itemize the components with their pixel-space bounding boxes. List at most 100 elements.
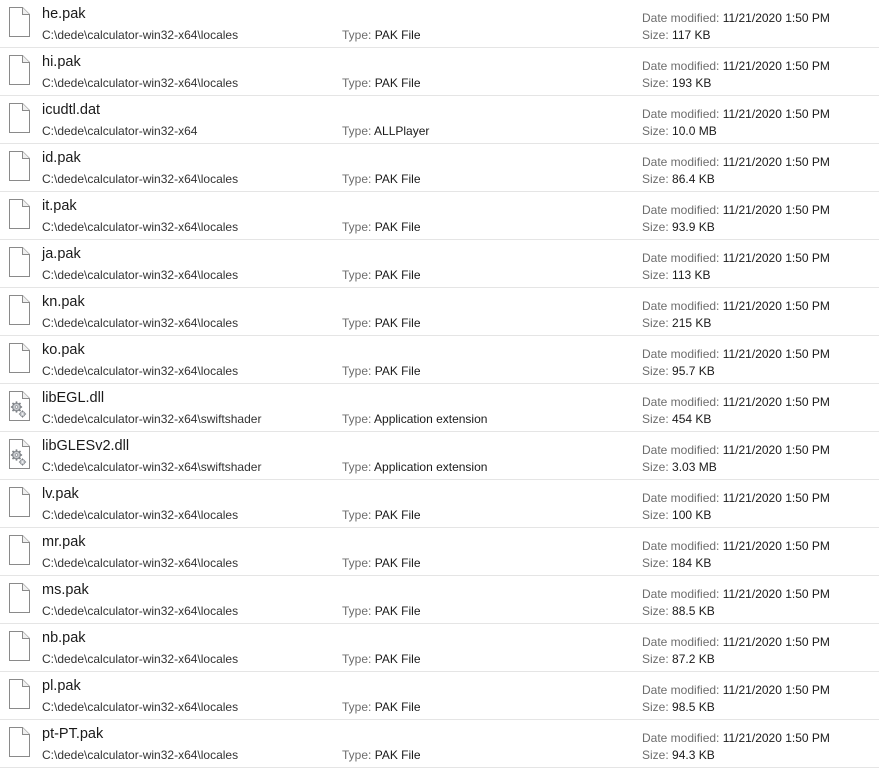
file-row[interactable]: ko.pak C:\dede\calculator-win32-x64\loca… — [0, 336, 879, 384]
file-row[interactable]: lv.pak C:\dede\calculator-win32-x64\loca… — [0, 480, 879, 528]
file-type-value: PAK File — [374, 220, 421, 234]
file-type-label: Type: — [342, 316, 372, 330]
file-path: C:\dede\calculator-win32-x64\locales — [42, 556, 239, 570]
file-name[interactable]: he.pak — [42, 6, 86, 22]
document-icon — [8, 199, 30, 229]
date-modified-label: Date modified: — [642, 251, 720, 265]
file-path: C:\dede\calculator-win32-x64\locales — [42, 508, 239, 522]
file-date-modified: Date modified: 11/21/2020 1:50 PM — [642, 539, 830, 553]
file-name[interactable]: ms.pak — [42, 582, 89, 598]
file-type-value: PAK File — [374, 556, 421, 570]
file-size: Size: 87.2 KB — [642, 652, 715, 666]
file-name[interactable]: libGLESv2.dll — [42, 438, 129, 454]
size-label: Size: — [642, 364, 669, 378]
file-row[interactable]: libGLESv2.dll C:\dede\calculator-win32-x… — [0, 432, 879, 480]
date-modified-label: Date modified: — [642, 155, 720, 169]
date-modified-label: Date modified: — [642, 539, 720, 553]
file-path: C:\dede\calculator-win32-x64\locales — [42, 316, 239, 330]
file-row[interactable]: pl.pak C:\dede\calculator-win32-x64\loca… — [0, 672, 879, 720]
file-row[interactable]: he.pak C:\dede\calculator-win32-x64\loca… — [0, 0, 879, 48]
file-type-value: PAK File — [374, 364, 421, 378]
file-path: C:\dede\calculator-win32-x64\locales — [42, 268, 239, 282]
date-modified-label: Date modified: — [642, 635, 720, 649]
size-label: Size: — [642, 76, 669, 90]
file-name[interactable]: nb.pak — [42, 630, 86, 646]
file-type: Type: Application extension — [342, 412, 487, 426]
file-type-label: Type: — [342, 268, 372, 282]
file-row[interactable]: pt-PT.pak C:\dede\calculator-win32-x64\l… — [0, 720, 879, 768]
file-type-label: Type: — [342, 364, 372, 378]
file-name[interactable]: ko.pak — [42, 342, 85, 358]
size-label: Size: — [642, 460, 669, 474]
size-value: 93.9 KB — [672, 220, 715, 234]
date-modified-value: 11/21/2020 1:50 PM — [722, 299, 830, 313]
file-row[interactable]: hi.pak C:\dede\calculator-win32-x64\loca… — [0, 48, 879, 96]
file-path: C:\dede\calculator-win32-x64\locales — [42, 652, 239, 666]
size-label: Size: — [642, 700, 669, 714]
file-date-modified: Date modified: 11/21/2020 1:50 PM — [642, 683, 830, 697]
file-size: Size: 113 KB — [642, 268, 711, 282]
file-path: C:\dede\calculator-win32-x64\locales — [42, 76, 239, 90]
file-type-label: Type: — [342, 652, 372, 666]
size-value: 100 KB — [672, 508, 712, 522]
file-name[interactable]: kn.pak — [42, 294, 85, 310]
file-row[interactable]: it.pak C:\dede\calculator-win32-x64\loca… — [0, 192, 879, 240]
file-row[interactable]: id.pak C:\dede\calculator-win32-x64\loca… — [0, 144, 879, 192]
date-modified-value: 11/21/2020 1:50 PM — [722, 155, 830, 169]
file-name[interactable]: pt-PT.pak — [42, 726, 103, 742]
file-name[interactable]: pl.pak — [42, 678, 81, 694]
date-modified-value: 11/21/2020 1:50 PM — [722, 203, 830, 217]
document-icon — [8, 103, 30, 133]
file-date-modified: Date modified: 11/21/2020 1:50 PM — [642, 155, 830, 169]
file-row[interactable]: ja.pak C:\dede\calculator-win32-x64\loca… — [0, 240, 879, 288]
file-name[interactable]: lv.pak — [42, 486, 79, 502]
file-date-modified: Date modified: 11/21/2020 1:50 PM — [642, 203, 830, 217]
file-type: Type: PAK File — [342, 172, 421, 186]
file-date-modified: Date modified: 11/21/2020 1:50 PM — [642, 107, 830, 121]
file-name[interactable]: icudtl.dat — [42, 102, 100, 118]
file-type: Type: PAK File — [342, 604, 421, 618]
file-type-label: Type: — [342, 748, 372, 762]
file-type-label: Type: — [342, 76, 372, 90]
date-modified-label: Date modified: — [642, 107, 720, 121]
file-name[interactable]: mr.pak — [42, 534, 86, 550]
date-modified-value: 11/21/2020 1:50 PM — [722, 395, 830, 409]
size-label: Size: — [642, 508, 669, 522]
file-type-value: ALLPlayer — [374, 124, 430, 138]
file-size: Size: 117 KB — [642, 28, 711, 42]
file-row[interactable]: mr.pak C:\dede\calculator-win32-x64\loca… — [0, 528, 879, 576]
file-type: Type: PAK File — [342, 28, 421, 42]
file-size: Size: 93.9 KB — [642, 220, 715, 234]
file-type-value: PAK File — [374, 76, 421, 90]
file-type-value: Application extension — [374, 412, 488, 426]
date-modified-label: Date modified: — [642, 11, 720, 25]
size-label: Size: — [642, 124, 669, 138]
file-row[interactable]: kn.pak C:\dede\calculator-win32-x64\loca… — [0, 288, 879, 336]
file-type-label: Type: — [342, 460, 372, 474]
document-icon — [8, 295, 30, 325]
size-value: 98.5 KB — [672, 700, 715, 714]
file-path: C:\dede\calculator-win32-x64\locales — [42, 604, 239, 618]
file-type-value: PAK File — [374, 316, 421, 330]
file-name[interactable]: it.pak — [42, 198, 77, 214]
file-size: Size: 454 KB — [642, 412, 711, 426]
file-path: C:\dede\calculator-win32-x64\swiftshader — [42, 412, 262, 426]
file-date-modified: Date modified: 11/21/2020 1:50 PM — [642, 443, 830, 457]
file-name[interactable]: hi.pak — [42, 54, 81, 70]
file-name[interactable]: id.pak — [42, 150, 81, 166]
file-type: Type: PAK File — [342, 508, 421, 522]
document-icon — [8, 151, 30, 181]
file-row[interactable]: libEGL.dll C:\dede\calculator-win32-x64\… — [0, 384, 879, 432]
file-type: Type: PAK File — [342, 316, 421, 330]
file-type: Type: PAK File — [342, 364, 421, 378]
file-size: Size: 88.5 KB — [642, 604, 715, 618]
date-modified-label: Date modified: — [642, 203, 720, 217]
file-type: Type: Application extension — [342, 460, 487, 474]
file-row[interactable]: icudtl.dat C:\dede\calculator-win32-x64 … — [0, 96, 879, 144]
file-path: C:\dede\calculator-win32-x64\locales — [42, 220, 239, 234]
file-name[interactable]: libEGL.dll — [42, 390, 104, 406]
file-name[interactable]: ja.pak — [42, 246, 81, 262]
file-row[interactable]: ms.pak C:\dede\calculator-win32-x64\loca… — [0, 576, 879, 624]
file-row[interactable]: nb.pak C:\dede\calculator-win32-x64\loca… — [0, 624, 879, 672]
file-date-modified: Date modified: 11/21/2020 1:50 PM — [642, 395, 830, 409]
